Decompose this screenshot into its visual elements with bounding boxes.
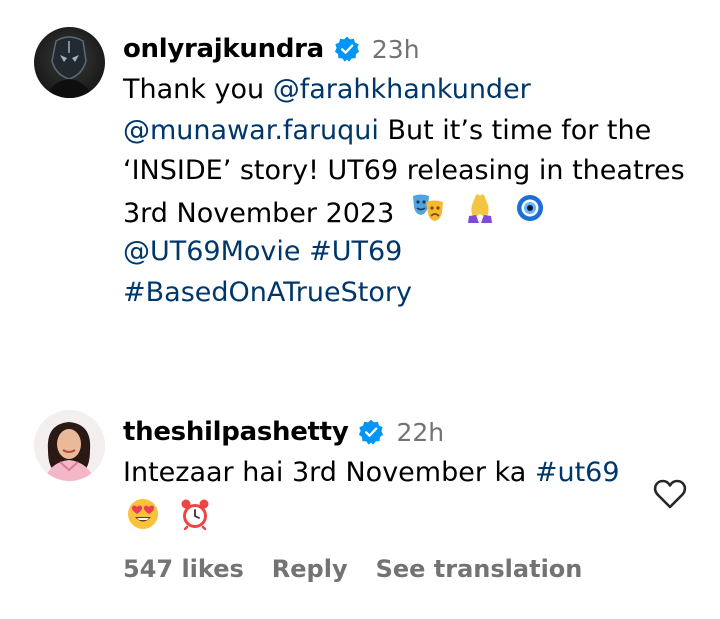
hashtag-link[interactable]: #ut69 (535, 457, 620, 488)
avatar-image (34, 27, 105, 98)
comment-text: Intezaar hai 3rd November ka #ut69 (123, 453, 620, 538)
text-segment: ‘INSIDE’ story! UT69 releasing in theatr… (123, 155, 685, 186)
mention-link[interactable]: @farahkhankunder (273, 74, 531, 105)
verified-badge-icon (358, 419, 384, 445)
mention-link[interactable]: @UT69Movie (123, 236, 301, 267)
timestamp[interactable]: 23h (372, 35, 420, 64)
see-translation-button[interactable]: See translation (376, 555, 583, 583)
reply-button[interactable]: Reply (272, 555, 348, 583)
performing-arts-icon (411, 193, 445, 236)
comment-text: Thank you @farahkhankunder @munawar.faru… (123, 70, 685, 313)
username[interactable]: theshilpashetty (123, 417, 349, 447)
nazar-amulet-icon (516, 194, 544, 235)
avatar-image (34, 410, 105, 481)
text-segment: But it’s time for the (378, 114, 652, 146)
comment-header: theshilpashetty 22h (123, 415, 444, 449)
username[interactable]: onlyrajkundra (123, 34, 324, 64)
comment-actions: 547 likes Reply See translation (123, 555, 582, 583)
text-segment (301, 236, 310, 267)
likes-count[interactable]: 547 likes (123, 555, 244, 583)
verified-badge-icon (334, 36, 360, 62)
comment-header: onlyrajkundra 23h (123, 32, 420, 66)
avatar[interactable] (34, 27, 105, 98)
heart-eyes-icon (127, 498, 159, 543)
folded-hands-icon (465, 192, 495, 237)
text-segment: 3rd November 2023 (123, 197, 395, 229)
timestamp[interactable]: 22h (396, 418, 444, 447)
hashtag-link[interactable]: #BasedOnATrueStory (123, 277, 412, 308)
text-segment: Thank you (123, 74, 273, 105)
hashtag-link[interactable]: #UT69 (309, 236, 402, 267)
avatar[interactable] (34, 410, 105, 481)
alarm-clock-icon (180, 498, 210, 543)
like-heart-icon[interactable] (652, 476, 688, 512)
mention-link[interactable]: @munawar.faruqui (123, 115, 379, 146)
text-segment: Intezaar hai 3rd November ka (123, 457, 535, 488)
